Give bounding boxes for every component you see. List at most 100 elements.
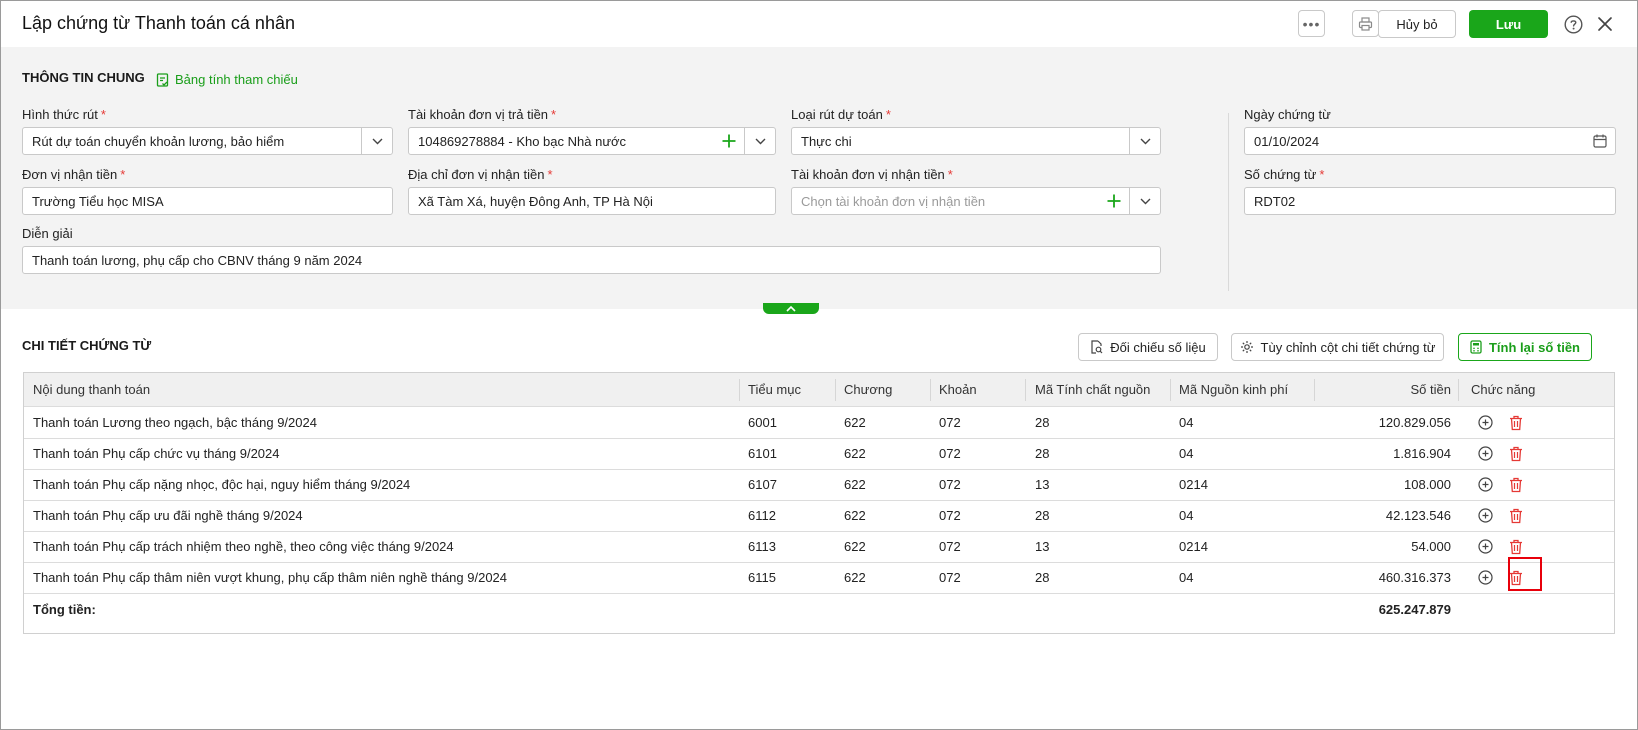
plus-circle-icon — [1478, 415, 1493, 430]
receiver-account-select[interactable]: Chọn tài khoản đơn vị nhận tiền — [791, 187, 1161, 215]
recalculate-amount-button[interactable]: Tính lại số tiền — [1458, 333, 1592, 361]
save-button[interactable]: Lưu — [1469, 10, 1548, 38]
table-row[interactable]: Thanh toán Phụ cấp ưu đãi nghề tháng 9/2… — [24, 500, 1614, 532]
withdraw-type-label: Hình thức rút * — [22, 107, 106, 122]
delete-row-button[interactable] — [1509, 500, 1523, 531]
table-row[interactable]: Thanh toán Phụ cấp trách nhiệm theo nghề… — [24, 531, 1614, 563]
document-check-icon — [156, 72, 169, 87]
withdraw-type-select[interactable]: Rút dự toán chuyển khoản lương, bảo hiểm — [22, 127, 393, 155]
cell-item: 072 — [939, 570, 961, 585]
cell-content: Thanh toán Phụ cấp ưu đãi nghề tháng 9/2… — [33, 508, 303, 523]
cell-chapter: 622 — [844, 477, 866, 492]
table-row[interactable]: Thanh toán Phụ cấp chức vụ tháng 9/2024 … — [24, 438, 1614, 470]
payer-account-select[interactable]: 104869278884 - Kho bạc Nhà nước — [408, 127, 776, 155]
cell-amount: 54.000 — [1411, 539, 1451, 554]
voucher-date-value: 01/10/2024 — [1254, 133, 1320, 149]
cell-chapter: 622 — [844, 508, 866, 523]
collapse-panel-button[interactable] — [763, 303, 819, 314]
more-options-button[interactable]: ••• — [1298, 10, 1325, 37]
receiver-address-label: Địa chỉ đơn vị nhận tiền * — [408, 167, 553, 182]
description-input[interactable]: Thanh toán lương, phụ cấp cho CBNV tháng… — [22, 246, 1161, 274]
col-header-fund-source[interactable]: Mã Nguồn kinh phí — [1179, 373, 1288, 406]
col-header-item[interactable]: Khoản — [939, 373, 977, 406]
voucher-window: Lập chứng từ Thanh toán cá nhân ••• Hủy … — [0, 0, 1638, 730]
cell-source-nature: 28 — [1035, 415, 1050, 430]
add-receiver-account-button[interactable] — [1099, 188, 1129, 214]
cancel-button[interactable]: Hủy bỏ — [1378, 10, 1456, 38]
voucher-no-value: RDT02 — [1254, 193, 1296, 209]
page-title: Lập chứng từ Thanh toán cá nhân — [22, 13, 295, 33]
total-amount: 625.247.879 — [1378, 601, 1451, 617]
printer-icon — [1358, 16, 1373, 31]
voucher-date-label: Ngày chứng từ — [1244, 107, 1331, 122]
receiver-input[interactable]: Trường Tiểu học MISA — [22, 187, 393, 215]
cell-fund-source: 04 — [1179, 446, 1194, 461]
col-header-actions: Chức năng — [1471, 382, 1536, 397]
cell-source-nature: 28 — [1035, 446, 1050, 461]
delete-row-button[interactable] — [1509, 438, 1523, 469]
add-row-button[interactable] — [1478, 469, 1493, 500]
table-row[interactable]: Thanh toán Lương theo ngạch, bậc tháng 9… — [24, 407, 1614, 439]
plus-circle-icon — [1478, 508, 1493, 523]
estimate-type-dropdown[interactable] — [1129, 128, 1160, 154]
cell-fund-source: 0214 — [1179, 539, 1208, 554]
cell-amount: 1.816.904 — [1393, 446, 1451, 461]
plus-icon — [1107, 194, 1121, 208]
receiver-address-value: Xã Tàm Xá, huyện Đông Anh, TP Hà Nội — [418, 193, 653, 209]
col-header-content[interactable]: Nội dung thanh toán — [33, 373, 150, 406]
delete-row-button[interactable] — [1509, 407, 1523, 438]
col-header-amount[interactable]: Số tiền — [1320, 373, 1451, 406]
cell-item: 072 — [939, 477, 961, 492]
cell-content: Thanh toán Lương theo ngạch, bậc tháng 9… — [33, 415, 317, 430]
cell-source-nature: 28 — [1035, 570, 1050, 585]
estimate-type-select[interactable]: Thực chi — [791, 127, 1161, 155]
add-row-button[interactable] — [1478, 531, 1493, 562]
description-value: Thanh toán lương, phụ cấp cho CBNV tháng… — [32, 252, 363, 268]
highlight-box — [1508, 557, 1542, 591]
cell-source-nature: 13 — [1035, 477, 1050, 492]
add-row-button[interactable] — [1478, 562, 1493, 593]
recalculate-amount-label: Tính lại số tiền — [1488, 339, 1580, 355]
delete-row-button[interactable] — [1509, 469, 1523, 500]
add-row-button[interactable] — [1478, 407, 1493, 438]
gear-icon — [1240, 341, 1253, 353]
add-row-button[interactable] — [1478, 500, 1493, 531]
cell-amount: 120.829.056 — [1378, 415, 1451, 430]
add-row-button[interactable] — [1478, 438, 1493, 469]
withdraw-type-dropdown[interactable] — [361, 128, 392, 154]
cell-chapter: 622 — [844, 570, 866, 585]
cell-fund-source: 04 — [1179, 508, 1194, 523]
estimate-type-label: Loại rút dự toán * — [791, 107, 891, 122]
voucher-no-label: Số chứng từ * — [1244, 167, 1325, 182]
cell-fund-source: 04 — [1179, 570, 1194, 585]
payer-account-dropdown[interactable] — [744, 128, 775, 154]
cell-subsection: 6101 — [748, 446, 777, 461]
close-icon[interactable] — [1596, 15, 1614, 33]
receiver-address-input[interactable]: Xã Tàm Xá, huyện Đông Anh, TP Hà Nội — [408, 187, 776, 215]
reference-sheet-link[interactable]: Bảng tính tham chiếu — [156, 72, 298, 87]
help-icon[interactable] — [1564, 15, 1583, 34]
voucher-no-input[interactable]: RDT02 — [1244, 187, 1616, 215]
cell-fund-source: 0214 — [1179, 477, 1208, 492]
cell-subsection: 6107 — [748, 477, 777, 492]
table-row[interactable]: Thanh toán Phụ cấp thâm niên vượt khung,… — [24, 562, 1614, 594]
receiver-label: Đơn vị nhận tiền * — [22, 167, 126, 182]
voucher-date-input[interactable]: 01/10/2024 — [1244, 127, 1616, 155]
cell-chapter: 622 — [844, 539, 866, 554]
header-bar: Lập chứng từ Thanh toán cá nhân ••• Hủy … — [1, 1, 1637, 47]
col-header-subsection[interactable]: Tiểu mục — [748, 373, 801, 406]
print-button[interactable] — [1352, 10, 1379, 37]
cell-source-nature: 13 — [1035, 539, 1050, 554]
chevron-down-icon — [1140, 198, 1150, 204]
total-label: Tổng tiền: — [33, 601, 96, 617]
chevron-down-icon — [755, 138, 765, 144]
cell-subsection: 6115 — [748, 570, 776, 585]
col-header-source-nature[interactable]: Mã Tính chất nguồn — [1035, 373, 1150, 406]
col-header-chapter[interactable]: Chương — [844, 373, 892, 406]
add-payer-account-button[interactable] — [714, 128, 744, 154]
receiver-account-dropdown[interactable] — [1129, 188, 1160, 214]
table-row[interactable]: Thanh toán Phụ cấp nặng nhọc, độc hại, n… — [24, 469, 1614, 501]
compare-data-button[interactable]: Đối chiếu số liệu — [1078, 333, 1218, 361]
date-picker-button[interactable] — [1585, 128, 1615, 154]
customize-columns-button[interactable]: Tùy chỉnh cột chi tiết chứng từ — [1231, 333, 1444, 361]
